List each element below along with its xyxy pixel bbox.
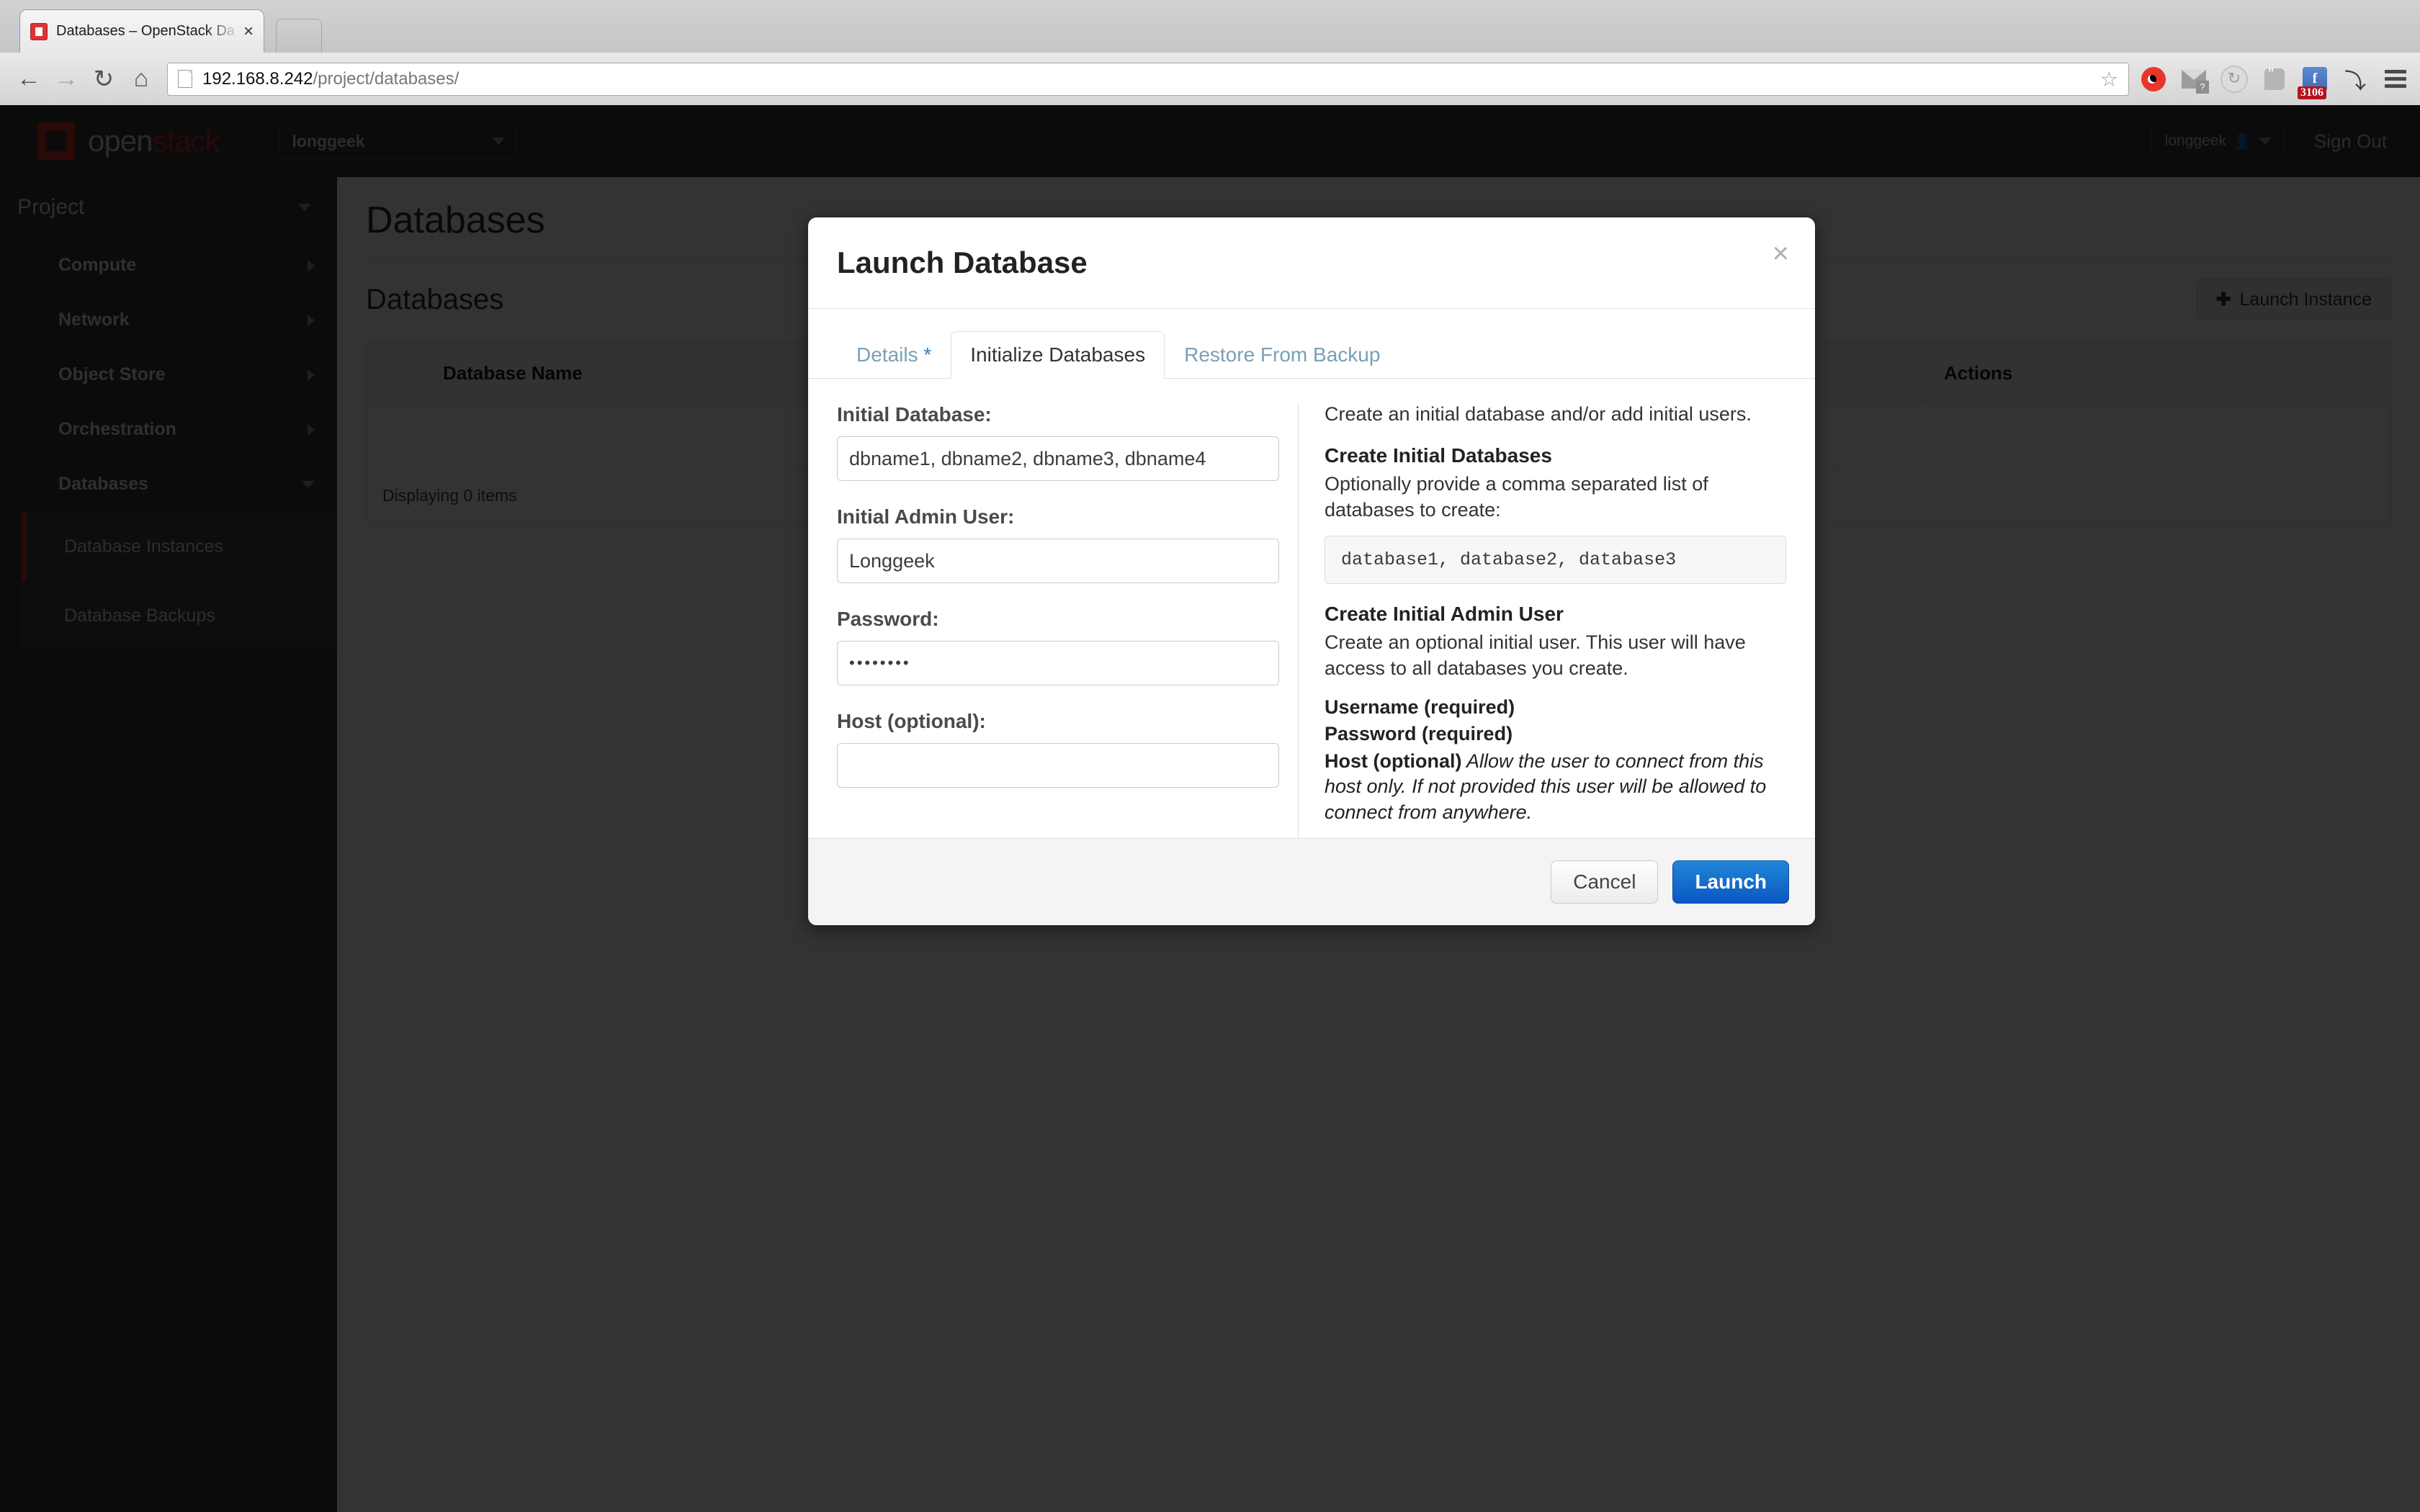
close-icon[interactable]: ×	[243, 22, 254, 40]
help-heading-databases: Create Initial Databases	[1325, 444, 1552, 467]
browser-toolbar: ← → ↻ ⌂ 192.168.8.242/project/databases/…	[0, 53, 2420, 106]
field-host: Host (optional):	[837, 710, 1279, 788]
gmail-badge: ?	[2196, 80, 2209, 94]
close-icon[interactable]: ×	[1773, 239, 1789, 268]
help-heading-admin-user: Create Initial Admin User	[1325, 603, 1564, 626]
forward-icon[interactable]: →	[48, 60, 85, 98]
help-code-databases: database1, database2, database3	[1325, 536, 1786, 585]
tab-initialize-databases-label: Initialize Databases	[970, 343, 1146, 366]
field-label: Password:	[837, 608, 939, 630]
tab-restore-from-backup-label: Restore From Backup	[1184, 343, 1381, 366]
help-password-label: Password (required)	[1325, 723, 1513, 745]
hangouts-icon[interactable]	[2260, 65, 2289, 94]
help-host-item: Host (optional) Allow the user to connec…	[1325, 749, 1786, 826]
help-text-databases: Optionally provide a comma separated lis…	[1325, 473, 1708, 521]
modal-body: Initial Database: dbname1, dbname2, dbna…	[808, 379, 1815, 838]
menu-icon[interactable]	[2381, 65, 2410, 94]
browser-chrome: Databases – OpenStack Da × ← → ↻ ⌂ 192.1…	[0, 0, 2420, 106]
tab-initialize-databases[interactable]: Initialize Databases	[951, 331, 1165, 379]
page-info-icon[interactable]	[178, 70, 192, 88]
url-path: /project/databases/	[313, 68, 460, 89]
help-field-list: Username (required) Password (required) …	[1325, 695, 1786, 826]
browser-tab[interactable]: Databases – OpenStack Da ×	[19, 9, 264, 53]
help-text-admin-user: Create an optional initial user. This us…	[1325, 631, 1746, 679]
host-input[interactable]	[837, 743, 1279, 788]
launch-button[interactable]: Launch	[1672, 860, 1789, 904]
home-icon[interactable]: ⌂	[122, 60, 160, 98]
help-username-label: Username (required)	[1325, 696, 1515, 718]
cancel-button[interactable]: Cancel	[1551, 860, 1659, 904]
browser-tab-title: Databases – OpenStack Da	[56, 23, 235, 39]
weibo-icon[interactable]	[2139, 65, 2168, 94]
password-input[interactable]: ••••••••	[837, 641, 1279, 685]
initial-admin-user-input[interactable]: Longgeek	[837, 539, 1279, 583]
field-initial-database: Initial Database: dbname1, dbname2, dbna…	[837, 403, 1279, 481]
initial-database-input[interactable]: dbname1, dbname2, dbname3, dbname4	[837, 436, 1279, 481]
modal-tabs: Details * Initialize Databases Restore F…	[808, 309, 1815, 379]
openstack-favicon-icon	[30, 22, 48, 40]
modal-header: Launch Database ×	[808, 217, 1815, 309]
help-password-item: Password (required)	[1325, 721, 1786, 747]
tab-details-label: Details	[856, 343, 918, 366]
field-label: Initial Database:	[837, 403, 992, 426]
modal-help-column: Create an initial database and/or add in…	[1298, 403, 1786, 838]
new-tab-button[interactable]	[276, 19, 322, 53]
screen-root: Databases – OpenStack Da × ← → ↻ ⌂ 192.1…	[0, 0, 2420, 1512]
tab-restore-from-backup[interactable]: Restore From Backup	[1165, 331, 1399, 379]
help-username-item: Username (required)	[1325, 695, 1786, 721]
download-icon[interactable]: ⤵	[2341, 65, 2370, 94]
sync-icon[interactable]	[2220, 65, 2249, 94]
reload-icon[interactable]: ↻	[85, 60, 122, 98]
facebook-icon[interactable]: f 3106	[2298, 65, 2329, 99]
launch-database-modal: Launch Database × Details * Initialize D…	[808, 217, 1815, 925]
help-intro: Create an initial database and/or add in…	[1325, 403, 1752, 425]
back-icon[interactable]: ←	[10, 60, 48, 98]
url-text: 192.168.8.242/project/databases/	[202, 69, 459, 89]
tab-details[interactable]: Details *	[837, 331, 951, 379]
address-bar[interactable]: 192.168.8.242/project/databases/ ☆	[167, 62, 2129, 96]
modal-title: Launch Database	[837, 246, 1088, 279]
field-initial-admin-user: Initial Admin User: Longgeek	[837, 505, 1279, 583]
required-marker: *	[923, 343, 932, 366]
extension-icons: ? f3106 ⤵	[2139, 65, 2410, 99]
field-label: Host (optional):	[837, 710, 986, 732]
modal-footer: Cancel Launch	[808, 838, 1815, 925]
url-host: 192.168.8.242	[202, 68, 313, 89]
field-password: Password: ••••••••	[837, 608, 1279, 685]
gmail-icon[interactable]: ?	[2179, 65, 2209, 94]
help-host-label: Host (optional)	[1325, 750, 1462, 772]
field-label: Initial Admin User:	[837, 505, 1015, 528]
bookmark-star-icon[interactable]: ☆	[2100, 67, 2118, 91]
facebook-badge: 3106	[2298, 86, 2326, 99]
browser-tabstrip: Databases – OpenStack Da ×	[0, 0, 2420, 53]
modal-form-column: Initial Database: dbname1, dbname2, dbna…	[837, 403, 1298, 838]
